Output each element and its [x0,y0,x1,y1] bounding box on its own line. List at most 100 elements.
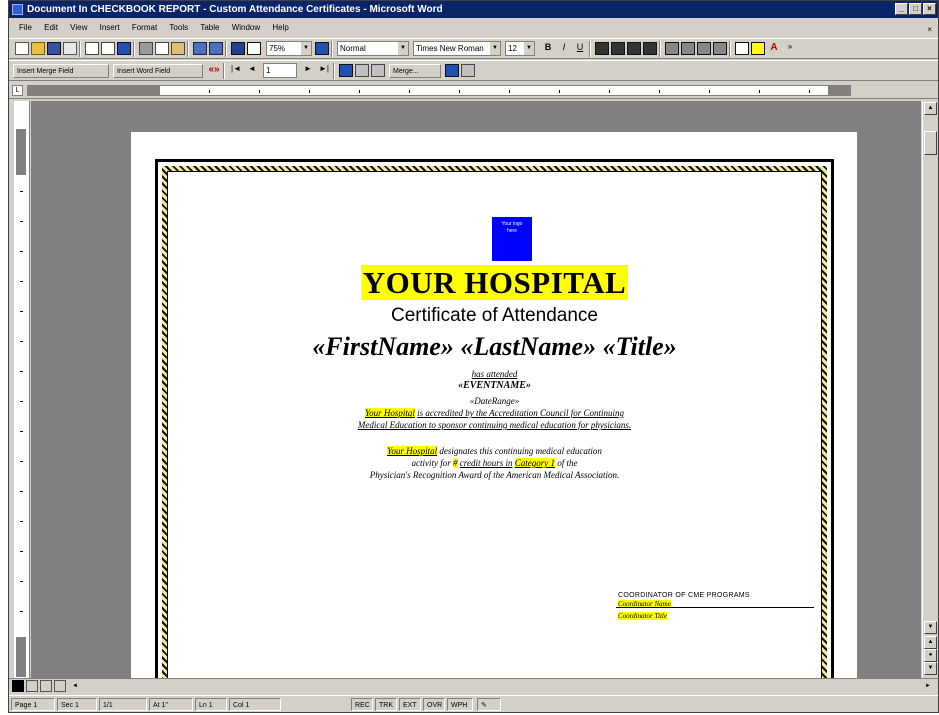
status-ovr[interactable]: OVR [423,698,445,711]
table-icon[interactable] [247,42,261,55]
merge-field-daterange[interactable]: «DateRange» [168,396,821,406]
new-document-icon[interactable] [15,42,29,55]
record-number-input[interactable]: 1 [263,63,297,78]
first-record-icon[interactable]: |◄ [229,64,243,77]
merge-field-event[interactable]: «EVENTNAME» [168,380,821,391]
copy-icon[interactable] [155,42,169,55]
menu-format[interactable]: Format [132,20,157,36]
font-select[interactable]: Times New Roman ▼ [413,41,501,56]
document-close-icon[interactable]: × [927,22,932,38]
previous-page-icon[interactable]: ▲ [924,636,937,649]
normal-view-icon[interactable] [12,680,24,692]
redo-icon[interactable] [209,42,223,55]
zoom-dropdown-arrow-icon[interactable]: ▼ [301,42,311,55]
vertical-ruler[interactable] [14,101,30,678]
close-button[interactable]: × [923,3,936,15]
menu-tools[interactable]: Tools [169,20,188,36]
style-dropdown-arrow-icon[interactable]: ▼ [398,42,408,55]
print-layout-view-icon[interactable] [40,680,52,692]
menu-window[interactable]: Window [232,20,260,36]
next-record-icon[interactable]: ► [301,64,315,77]
size-dropdown-arrow-icon[interactable]: ▼ [524,42,534,55]
menu-insert[interactable]: Insert [100,20,120,36]
borders-icon[interactable] [735,42,749,55]
justify-icon[interactable] [643,42,657,55]
numbering-icon[interactable] [665,42,679,55]
spelling-status-icon[interactable]: ✎ [477,698,501,711]
font-color-icon[interactable]: A [767,42,781,55]
align-left-icon[interactable] [595,42,609,55]
status-ext[interactable]: EXT [399,698,421,711]
zoom-select[interactable]: 75% ▼ [266,41,312,56]
insert-word-field-button[interactable]: Insert Word Field [113,64,203,78]
edit-data-source-icon[interactable] [461,64,475,77]
highlight-icon[interactable] [751,42,765,55]
save-icon[interactable] [47,42,61,55]
insert-merge-field-button[interactable]: Insert Merge Field [13,64,109,78]
next-page-icon[interactable]: ▼ [924,662,937,675]
ruler-left-margin [27,85,159,96]
minimize-button[interactable]: _ [895,3,908,15]
scroll-up-icon[interactable]: ▲ [924,102,937,115]
bold-icon[interactable]: B [541,42,555,55]
view-merged-data-icon[interactable]: «» [207,64,221,77]
certificate-border: Your logo here YOUR HOSPITAL Certificate… [155,159,834,678]
menu-view[interactable]: View [70,20,87,36]
signature-line [616,607,814,608]
title-bar[interactable]: Document In CHECKBOOK REPORT - Custom At… [9,1,938,18]
word-app-icon[interactable] [12,4,23,15]
vertical-scrollbar[interactable]: ▲ ▼ ▲ ● ▼ [922,101,938,678]
scroll-down-icon[interactable]: ▼ [924,621,937,634]
status-trk[interactable]: TRK [375,698,397,711]
cut-icon[interactable] [139,42,153,55]
paste-icon[interactable] [171,42,185,55]
align-right-icon[interactable] [627,42,641,55]
center-icon[interactable] [611,42,625,55]
mail-merge-helper-icon[interactable] [339,64,353,77]
open-folder-icon[interactable] [31,42,45,55]
maximize-button[interactable]: □ [909,3,922,15]
size-select[interactable]: 12 ▼ [505,41,535,56]
previous-record-icon[interactable]: ◄ [245,64,259,77]
status-wph[interactable]: WPH [447,698,473,711]
print-icon[interactable] [85,42,99,55]
email-icon[interactable] [63,42,77,55]
accreditation-hospital: Your Hospital [364,408,415,418]
horizontal-ruler[interactable]: L [9,82,938,99]
menu-edit[interactable]: Edit [44,20,58,36]
increase-indent-icon[interactable] [713,42,727,55]
more-buttons-icon[interactable]: » [783,42,797,55]
status-rec[interactable]: REC [351,698,373,711]
office-assistant-icon[interactable] [315,42,329,55]
merge-to-document-icon[interactable] [371,64,385,77]
merge-field-names[interactable]: «FirstName» «LastName» «Title» [168,332,821,362]
decrease-indent-icon[interactable] [697,42,711,55]
menu-file[interactable]: File [19,20,32,36]
check-errors-icon[interactable] [355,64,369,77]
hyperlink-icon[interactable] [231,42,245,55]
merge-button[interactable]: Merge... [389,64,441,78]
menu-table[interactable]: Table [200,20,219,36]
print-preview-icon[interactable] [101,42,115,55]
font-dropdown-arrow-icon[interactable]: ▼ [490,42,500,55]
last-record-icon[interactable]: ►| [317,64,331,77]
tab-selector-icon[interactable]: L [12,85,23,96]
menu-help[interactable]: Help [272,20,288,36]
web-layout-view-icon[interactable] [26,680,38,692]
find-record-icon[interactable] [445,64,459,77]
logo-placeholder[interactable]: Your logo here [492,217,532,261]
scroll-thumb[interactable] [924,131,937,155]
scroll-right-icon[interactable]: ► [922,680,934,692]
scroll-left-icon[interactable]: ◄ [69,680,81,692]
document-workspace[interactable]: Your logo here YOUR HOSPITAL Certificate… [31,101,921,678]
outline-view-icon[interactable] [54,680,66,692]
spelling-icon[interactable] [117,42,131,55]
italic-icon[interactable]: I [557,42,571,55]
select-browse-object-icon[interactable]: ● [924,649,937,662]
document-page[interactable]: Your logo here YOUR HOSPITAL Certificate… [131,132,857,678]
underline-icon[interactable]: U [573,42,587,55]
horizontal-scrollbar[interactable]: ◄ ► [9,678,938,694]
style-select[interactable]: Normal ▼ [337,41,409,56]
bullets-icon[interactable] [681,42,695,55]
undo-icon[interactable] [193,42,207,55]
